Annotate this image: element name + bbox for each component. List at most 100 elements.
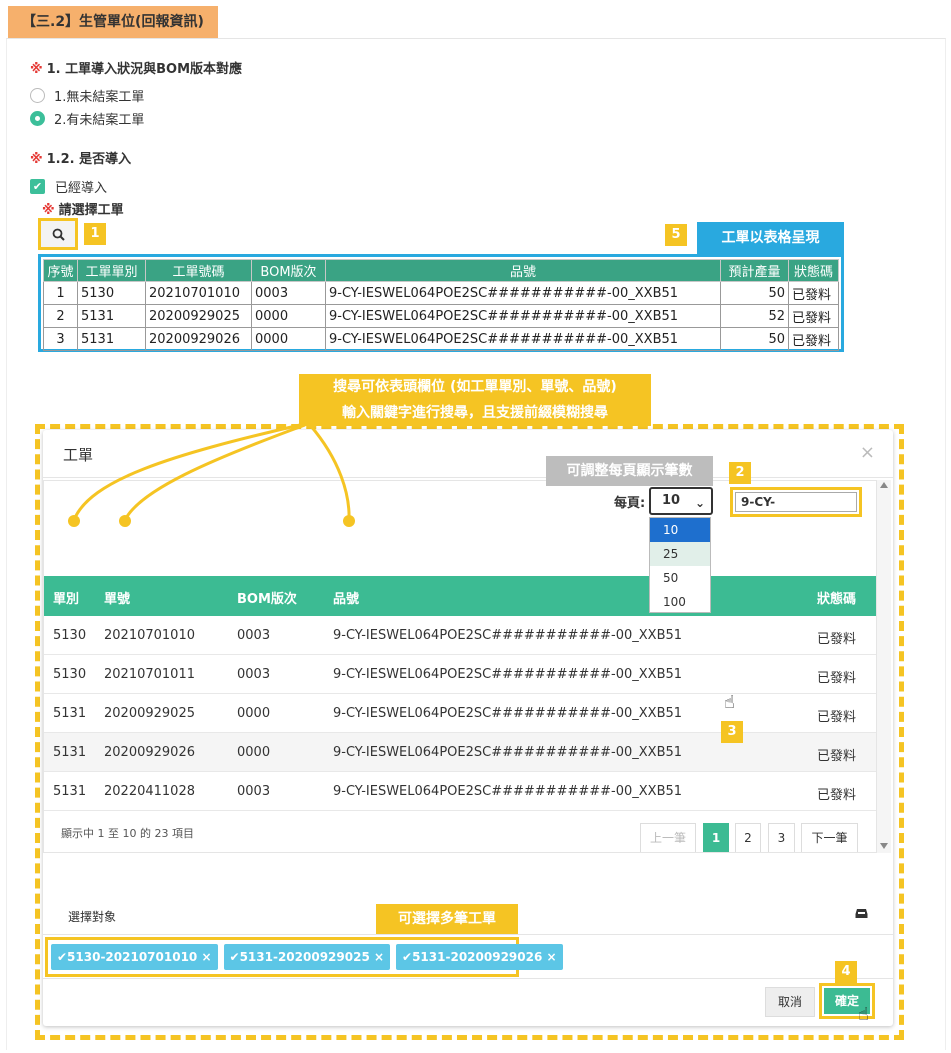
- radio-label: 2.有未結案工單: [54, 112, 145, 128]
- list-item[interactable]: 5131 20200929025 0000 9-CY-IESWEL064POE2…: [44, 694, 876, 733]
- cell: 5130: [77, 281, 146, 305]
- callout-3: 3: [721, 721, 743, 743]
- cell: 3: [43, 327, 78, 351]
- search-input-highlight: 9-CY-IESWEL064P: [730, 487, 862, 517]
- list-item[interactable]: 5131 20220411028 0003 9-CY-IESWEL064POE2…: [44, 772, 876, 811]
- col-header-type[interactable]: 單別: [53, 588, 79, 607]
- per-page-annotation: 可調整每頁顯示筆數: [546, 456, 713, 486]
- workorder-modal: 工單 × 單別 單號 BOM版次 品號 狀態碼 5130 20210701010…: [43, 430, 893, 1026]
- col-header-bom[interactable]: BOM版次: [237, 588, 297, 607]
- next-page-button[interactable]: 下一筆: [801, 823, 858, 852]
- scroll-up-icon[interactable]: [880, 482, 888, 488]
- search-icon: [52, 228, 65, 241]
- cell: 已發料: [788, 304, 839, 328]
- cell: 5130: [53, 628, 87, 643]
- divider: [43, 934, 893, 935]
- per-page-option[interactable]: 50: [650, 566, 710, 590]
- table-view-label: 工單以表格呈現: [697, 222, 844, 254]
- page-1-button[interactable]: 1: [703, 823, 729, 852]
- select-workorder-title: ※ 請選擇工單: [42, 199, 124, 218]
- q12-title-text: 1.2. 是否導入: [46, 152, 132, 167]
- cell: 1: [43, 281, 78, 305]
- cell: 已發料: [817, 788, 857, 803]
- divider: [43, 978, 893, 979]
- selected-tag[interactable]: ✔5131-20200929026 ×: [396, 944, 563, 970]
- cell: 已發料: [788, 327, 839, 351]
- selected-tag[interactable]: ✔5131-20200929025 ×: [223, 944, 391, 970]
- q1-title: ※ 1. 工單導入狀況與BOM版本對應: [30, 58, 242, 77]
- col-header: 預計產量: [720, 259, 789, 282]
- scrollbar[interactable]: [877, 480, 891, 853]
- cell: 已發料: [817, 671, 857, 686]
- cell: 50: [720, 281, 789, 305]
- cell: 9-CY-IESWEL064POE2SC###########-00_XXB51: [333, 784, 683, 799]
- col-header-part[interactable]: 品號: [333, 588, 359, 607]
- hand-cursor-icon: ☝: [858, 1004, 869, 1025]
- checkbox-checked[interactable]: ✔: [30, 178, 45, 194]
- required-marker: ※: [42, 203, 55, 218]
- prev-page-button[interactable]: 上一筆: [640, 823, 696, 852]
- col-header-number[interactable]: 單號: [104, 588, 130, 607]
- cell: 已發料: [817, 632, 857, 647]
- cell: 0000: [237, 706, 271, 721]
- col-header: 品號: [325, 259, 721, 282]
- list-item-hovered[interactable]: 5131 20200929026 0000 9-CY-IESWEL064POE2…: [44, 733, 876, 772]
- cell: 20200929025: [104, 706, 195, 721]
- callout-4: 4: [835, 961, 857, 983]
- list-item[interactable]: 5130 20210701010 0003 9-CY-IESWEL064POE2…: [44, 616, 876, 655]
- list-info: 顯示中 1 至 10 的 23 項目: [61, 827, 194, 840]
- radio-option-2[interactable]: 2.有未結案工單: [30, 109, 145, 128]
- selected-tags: ✔5130-20210701010 × ✔5131-20200929025 × …: [45, 937, 563, 977]
- required-marker: ※: [30, 62, 43, 77]
- selected-workorders-table: 序號 工單單別 工單號碼 BOM版次 品號 預計產量 狀態碼 1 5130 20…: [38, 254, 844, 352]
- per-page-select[interactable]: 10 ⌄: [649, 487, 713, 515]
- per-page-label: 每頁:: [614, 496, 646, 511]
- per-page-option[interactable]: 10: [650, 518, 710, 542]
- q12-title: ※ 1.2. 是否導入: [30, 148, 131, 167]
- inbox-icon[interactable]: [855, 908, 868, 923]
- radio-button[interactable]: [30, 87, 45, 103]
- q1-title-text: 1. 工單導入狀況與BOM版本對應: [46, 62, 243, 77]
- selected-tag[interactable]: ✔5130-20210701010 ×: [51, 944, 218, 970]
- col-header: BOM版次: [251, 259, 326, 282]
- cell: 20200929026: [145, 327, 252, 351]
- cell: 9-CY-IESWEL064POE2SC###########-00_XXB51: [333, 667, 683, 682]
- cell: 0003: [237, 667, 271, 682]
- divider: [43, 477, 893, 478]
- col-header-status[interactable]: 狀態碼: [817, 588, 856, 607]
- table-row[interactable]: 1 5130 20210701010 0003 9-CY-IESWEL064PO…: [43, 281, 839, 305]
- scroll-down-icon[interactable]: [880, 843, 888, 849]
- list-item[interactable]: 5130 20210701011 0003 9-CY-IESWEL064POE2…: [44, 655, 876, 694]
- cell: 2: [43, 304, 78, 328]
- table-row[interactable]: 2 5131 20200929025 0000 9-CY-IESWEL064PO…: [43, 304, 839, 328]
- page-3-button[interactable]: 3: [768, 823, 795, 852]
- callout-5: 5: [665, 224, 687, 246]
- radio-label: 1.無未結案工單: [54, 89, 145, 105]
- cancel-button[interactable]: 取消: [765, 987, 815, 1017]
- cell: 20200929026: [104, 745, 195, 760]
- cell: 9-CY-IESWEL064POE2SC###########-00_XXB51: [333, 628, 683, 643]
- cell: 5130: [53, 667, 87, 682]
- hand-cursor-icon: ☝: [724, 692, 735, 713]
- radio-option-1[interactable]: 1.無未結案工單: [30, 86, 145, 105]
- per-page-option[interactable]: 100: [650, 590, 710, 614]
- table-header-row: 序號 工單單別 工單號碼 BOM版次 品號 預計產量 狀態碼: [43, 259, 839, 282]
- cell: 20210701010: [145, 281, 252, 305]
- cell: 5131: [53, 706, 87, 721]
- cell: 52: [720, 304, 789, 328]
- per-page-option[interactable]: 25: [650, 542, 710, 566]
- page-2-button[interactable]: 2: [735, 823, 761, 852]
- table-row[interactable]: 3 5131 20200929026 0000 9-CY-IESWEL064PO…: [43, 327, 839, 351]
- close-icon[interactable]: ×: [860, 442, 875, 463]
- search-button[interactable]: [38, 218, 78, 250]
- radio-button-checked[interactable]: [30, 110, 45, 126]
- list-header-row: 單別 單號 BOM版次 品號 狀態碼: [44, 576, 876, 616]
- per-page-dropdown: 10 25 50 100: [649, 517, 711, 613]
- cell: 9-CY-IESWEL064POE2SC###########-00_XXB51: [333, 745, 683, 760]
- cell: 5131: [77, 304, 146, 328]
- selected-items-title: 選擇對象: [68, 910, 117, 924]
- search-input[interactable]: 9-CY-IESWEL064P: [735, 492, 857, 512]
- search-annotation: 搜尋可依表頭欄位 (如工單單別、單號、品號) 輸入關鍵字進行搜尋，且支援前綴模糊…: [299, 374, 651, 426]
- imported-checkbox-row[interactable]: ✔ 已經導入: [30, 177, 107, 196]
- callout-1: 1: [84, 223, 106, 245]
